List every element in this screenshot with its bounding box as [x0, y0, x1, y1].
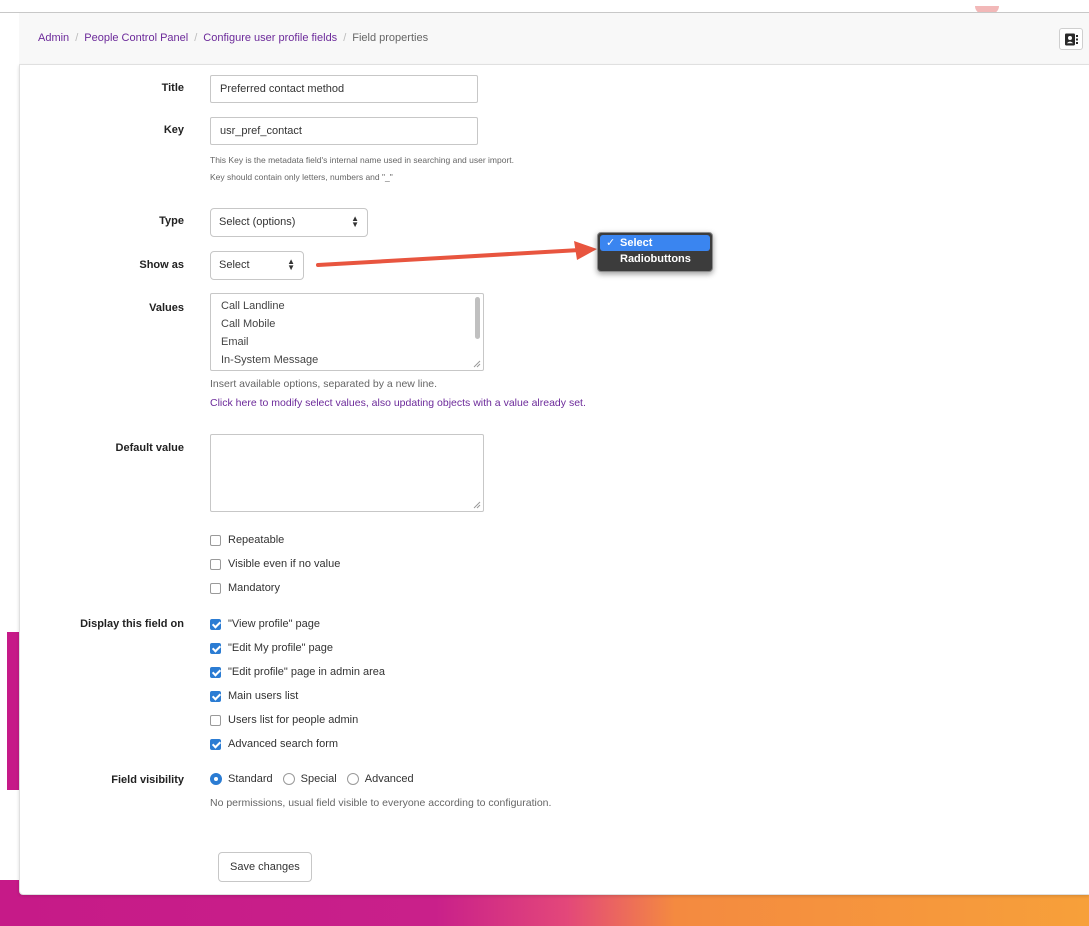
select-arrows-icon: ▲ ▼	[351, 214, 359, 229]
visibility-special-radio[interactable]: Special	[282, 773, 337, 785]
key-label: Key	[163, 124, 184, 136]
radio-unselected[interactable]	[282, 773, 295, 785]
checkmark-icon: ✓	[606, 237, 616, 249]
modify-values-link[interactable]: Click here to modify select values, also…	[210, 397, 586, 409]
radio-label: Advanced	[364, 773, 414, 785]
key-input[interactable]: usr_pref_contact	[210, 117, 478, 145]
show-as-label: Show as	[139, 259, 184, 271]
radio-label: Special	[300, 773, 337, 785]
window-top-strip	[0, 0, 1089, 12]
field-visibility-label: Field visibility	[111, 774, 184, 786]
checkbox-label: Visible even if no value	[228, 558, 341, 570]
display-people-admin-list-checkbox[interactable]: Users list for people admin	[210, 712, 358, 728]
checkbox-label: "View profile" page	[228, 618, 320, 630]
save-changes-button[interactable]: Save changes	[218, 852, 312, 882]
checkbox-label: Advanced search form	[228, 738, 339, 750]
type-select[interactable]: Select (options) ▲ ▼	[210, 208, 368, 237]
visibility-standard-radio[interactable]: Standard	[210, 773, 273, 785]
title-label: Title	[161, 82, 184, 94]
resize-grip-icon[interactable]	[473, 360, 481, 368]
show-as-dropdown-popup: ✓ Select Radiobuttons	[597, 232, 713, 272]
select-arrows-icon: ▲ ▼	[287, 257, 295, 272]
show-as-select[interactable]: Select ▲ ▼	[210, 251, 304, 280]
radio-unselected[interactable]	[346, 773, 359, 785]
breadcrumb-admin[interactable]: Admin	[38, 32, 69, 44]
values-line: Email	[221, 336, 249, 348]
repeatable-checkbox[interactable]: Repeatable	[210, 532, 284, 548]
form-panel	[19, 65, 1089, 895]
checkbox-checked[interactable]	[210, 666, 221, 678]
background-accent-strip	[7, 632, 19, 790]
visibility-help-text: No permissions, usual field visible to e…	[210, 797, 552, 809]
display-view-profile-checkbox[interactable]: "View profile" page	[210, 616, 320, 632]
checkbox-label: "Edit My profile" page	[228, 642, 334, 654]
visible-if-empty-checkbox[interactable]: Visible even if no value	[210, 556, 340, 572]
breadcrumb-current: Field properties	[352, 32, 429, 44]
display-on-label: Display this field on	[80, 618, 184, 630]
breadcrumb: Admin / People Control Panel / Configure use…	[38, 32, 428, 44]
checkbox-label: Repeatable	[228, 534, 285, 546]
dropdown-option-label: Select	[620, 237, 653, 249]
radio-selected[interactable]	[210, 773, 222, 785]
breadcrumb-separator: /	[343, 32, 347, 44]
checkbox-checked[interactable]	[210, 642, 221, 654]
field-visibility-radios: Standard Special Advanced	[210, 773, 424, 785]
values-line: Call Landline	[221, 300, 285, 312]
breadcrumb-separator: /	[75, 32, 79, 44]
show-as-select-value: Select	[219, 259, 250, 271]
checkbox-label: Users list for people admin	[228, 714, 359, 726]
key-help-line-2: Key should contain only letters, numbers…	[210, 172, 393, 182]
page-header: Admin / People Control Panel / Configure use…	[19, 13, 1089, 65]
default-value-textarea[interactable]	[210, 434, 484, 512]
breadcrumb-people-control-panel[interactable]: People Control Panel	[84, 32, 188, 44]
checkbox-unchecked[interactable]	[210, 558, 221, 570]
key-help-text: This Key is the metadata field's interna…	[210, 152, 514, 186]
dropdown-option-label: Radiobuttons	[620, 253, 691, 265]
mandatory-checkbox[interactable]: Mandatory	[210, 580, 280, 596]
address-book-icon	[1065, 33, 1078, 46]
checkbox-checked[interactable]	[210, 738, 221, 750]
default-value-label: Default value	[115, 442, 184, 454]
type-select-value: Select (options)	[219, 216, 296, 228]
values-line: In-System Message	[221, 354, 319, 366]
checkbox-label: "Edit profile" page in admin area	[228, 666, 386, 678]
annotation-arrow-icon	[316, 241, 597, 267]
values-label: Values	[149, 302, 184, 314]
breadcrumb-separator: /	[194, 32, 198, 44]
checkbox-label: Main users list	[228, 690, 299, 702]
values-textarea[interactable]: Call Landline Call Mobile Email In-Syste…	[210, 293, 484, 371]
checkbox-unchecked[interactable]	[210, 714, 221, 726]
key-help-line-1: This Key is the metadata field's interna…	[210, 155, 515, 165]
checkbox-checked[interactable]	[210, 690, 221, 702]
display-advanced-search-checkbox[interactable]: Advanced search form	[210, 736, 338, 752]
title-input[interactable]: Preferred contact method	[210, 75, 478, 103]
visibility-advanced-radio[interactable]: Advanced	[346, 773, 414, 785]
dropdown-option-radiobuttons[interactable]: Radiobuttons	[600, 251, 710, 267]
radio-label: Standard	[228, 773, 273, 785]
checkbox-unchecked[interactable]	[210, 582, 221, 594]
dropdown-option-select[interactable]: ✓ Select	[600, 235, 710, 251]
values-scrollbar[interactable]	[475, 297, 480, 363]
checkbox-unchecked[interactable]	[210, 534, 221, 546]
values-help-text: Insert available options, separated by a…	[210, 378, 438, 390]
checkbox-checked[interactable]	[210, 618, 221, 630]
display-edit-profile-admin-checkbox[interactable]: "Edit profile" page in admin area	[210, 664, 385, 680]
type-label: Type	[159, 215, 184, 227]
breadcrumb-configure-fields[interactable]: Configure user profile fields	[203, 32, 337, 44]
display-edit-my-profile-checkbox[interactable]: "Edit My profile" page	[210, 640, 333, 656]
values-line: Call Mobile	[221, 318, 276, 330]
display-main-users-list-checkbox[interactable]: Main users list	[210, 688, 298, 704]
contact-button[interactable]	[1059, 28, 1083, 50]
checkbox-label: Mandatory	[228, 582, 280, 594]
values-scrollbar-thumb[interactable]	[475, 297, 480, 339]
resize-grip-icon[interactable]	[473, 501, 481, 509]
